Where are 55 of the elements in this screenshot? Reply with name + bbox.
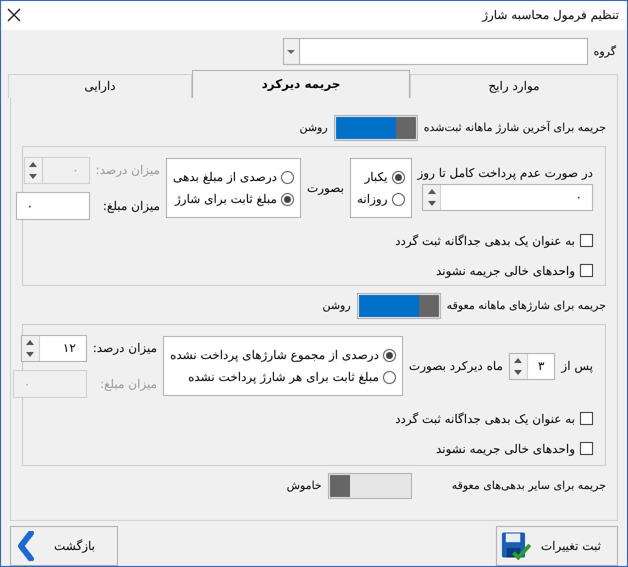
tab[interactable]: دارایی [8, 74, 192, 98]
checkbox[interactable] [580, 264, 593, 278]
toggle-switch[interactable] [328, 472, 412, 499]
up-arrow-icon [26, 340, 34, 345]
field-label: میزان مبلغ: [98, 376, 158, 391]
down-arrow-icon [26, 352, 34, 358]
up-arrow-icon [428, 188, 436, 194]
field-label: در صورت عدم پرداخت کامل تا روز [418, 166, 593, 180]
input-field[interactable]: ۰ [16, 192, 90, 220]
checkbox-label: واحدهای خالی جریمه نشوند [436, 264, 575, 278]
field-label: گروه [594, 45, 616, 58]
field-label: میزان درصد: [96, 163, 160, 178]
checkbox-label: به عنوان یک بدهی جداگانه ثبت گردد [395, 412, 575, 426]
toggle-label: جریمه برای سایر بدهی‌های معوقه [452, 479, 606, 492]
save-button[interactable]: ثبت تغییرات [496, 526, 618, 566]
field-label: پس از [561, 359, 593, 374]
checkbox[interactable] [580, 442, 593, 456]
window-title: تنظیم فرمول محاسبه شارژ [482, 8, 619, 22]
field-label: بصورت [306, 181, 344, 196]
save-icon [501, 531, 531, 561]
up-arrow-icon [514, 358, 522, 363]
radio-option[interactable]: درصدی از مجموع شارژهای پرداخت نشده [170, 348, 396, 362]
radio-option[interactable]: یکبار [357, 170, 404, 184]
chevron-left-icon [17, 531, 37, 561]
checkbox[interactable] [580, 234, 593, 248]
field-label: میزان مبلغ: [102, 198, 160, 213]
number-field[interactable]: ۰ [422, 184, 593, 211]
toggle-state: روشن [299, 121, 328, 134]
field-label: ماه دیرکرد بصورت [408, 359, 503, 374]
field-label: میزان درصد: [92, 341, 158, 356]
up-arrow-icon [29, 162, 38, 167]
checkbox[interactable] [580, 412, 593, 426]
tab[interactable]: موارد رایج [410, 74, 618, 98]
caret-icon [287, 50, 296, 54]
toggle-state: خاموش [286, 479, 322, 492]
toggle-label: جریمه برای آخرین شارژ ماهانه ثبت‌شده [424, 121, 606, 134]
checkbox-label: واحدهای خالی جریمه نشوند [436, 442, 575, 456]
toggle-label: جریمه برای شارژهای ماهانه معوقه [446, 299, 606, 312]
toggle-switch[interactable] [356, 292, 441, 319]
number-field[interactable]: ۳ [508, 352, 556, 380]
radio-option[interactable]: مبلغ ثابت برای هر شارژ پرداخت نشده [170, 370, 396, 384]
radio-option[interactable]: روزانه [357, 192, 404, 206]
toggle-state: روشن [322, 299, 351, 312]
close-button[interactable] [7, 8, 21, 22]
down-arrow-icon [514, 370, 522, 376]
number-field[interactable]: ۱۲ [20, 334, 87, 362]
radio-option[interactable]: مبلغ ثابت برای شارژ [172, 192, 294, 206]
tab[interactable]: جریمه دیرکرد [192, 70, 410, 98]
toggle-switch[interactable] [334, 114, 418, 141]
checkbox-label: به عنوان یک بدهی جداگانه ثبت گردد [395, 234, 575, 248]
close-icon [7, 8, 21, 22]
down-arrow-icon [29, 174, 38, 180]
down-arrow-icon [428, 201, 436, 206]
back-button[interactable]: بازگشت [10, 526, 118, 566]
radio-option[interactable]: درصدی از مبلغ بدهی [172, 170, 294, 184]
